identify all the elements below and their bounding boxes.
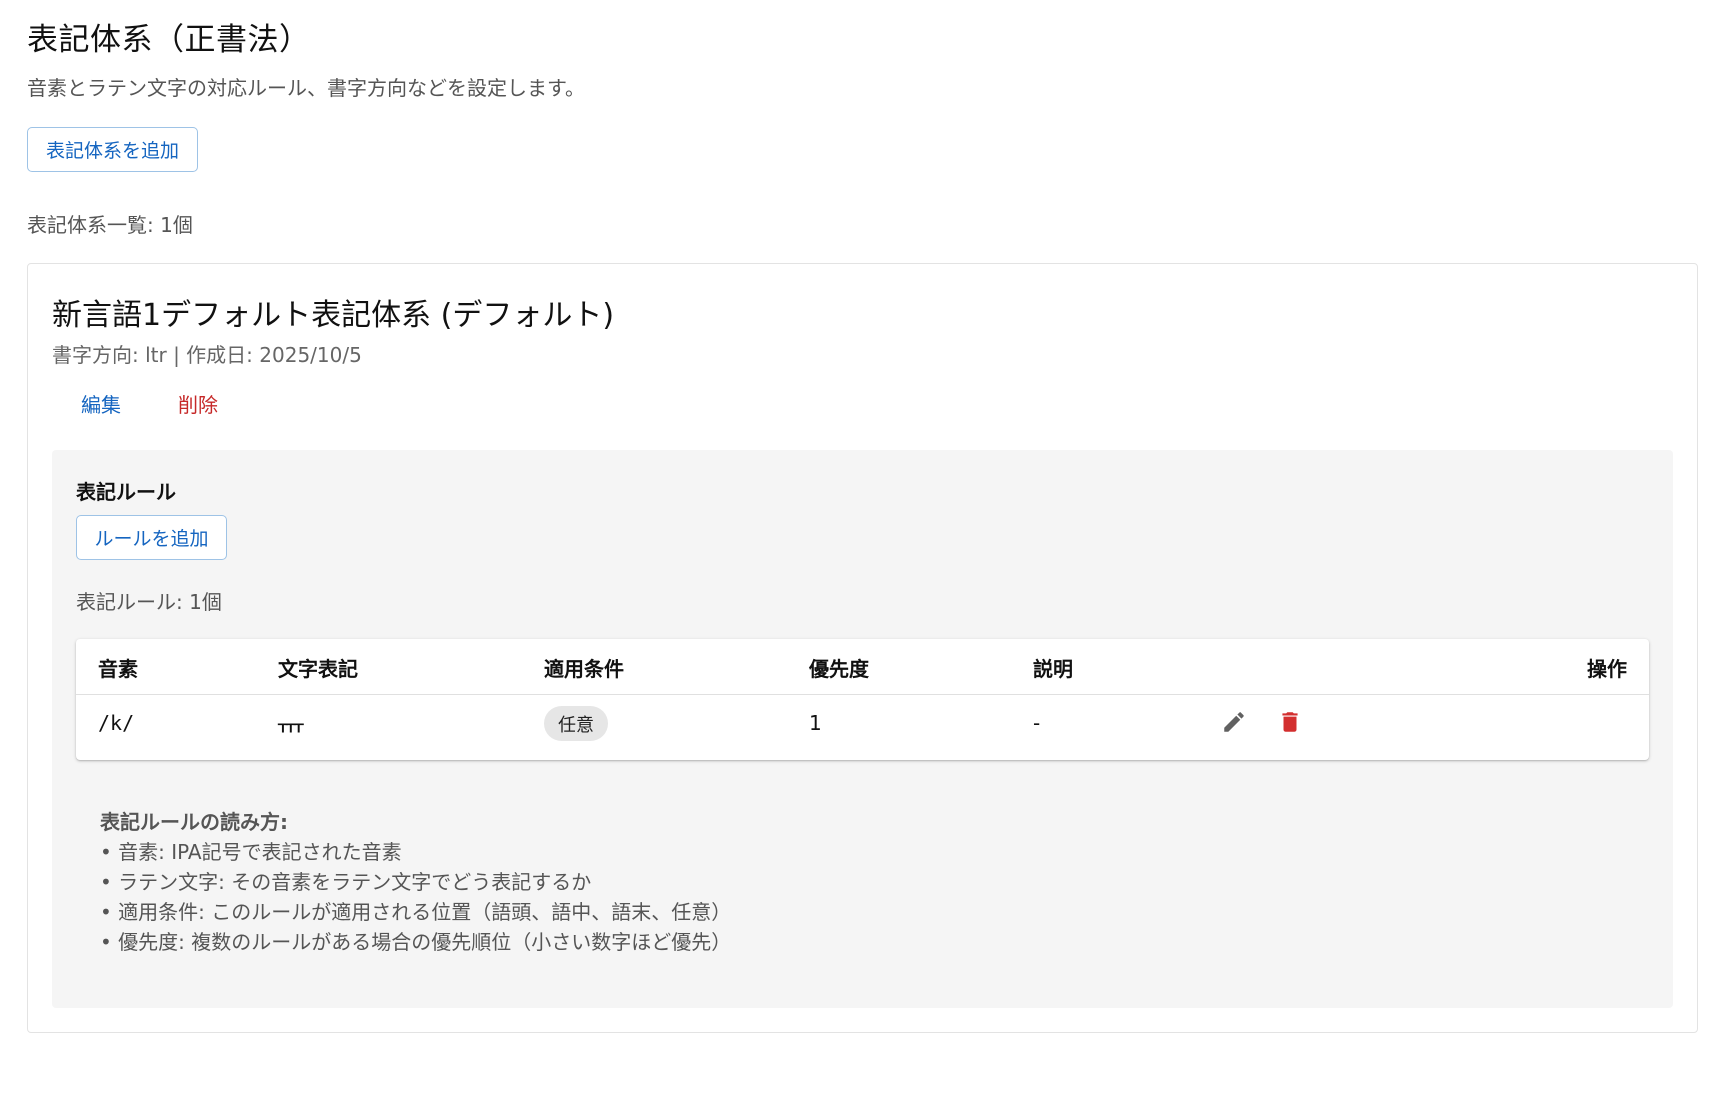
cell-priority: 1 [809,711,822,735]
edit-rule-button[interactable] [1217,705,1251,739]
cell-spelling: ᚁᚁᚁ [278,711,304,735]
writing-system-count: 表記体系一覧: 1個 [27,213,193,237]
column-header-actions: 操作 [1587,657,1627,681]
orthography-page: 表記体系（正書法） 音素とラテン文字の対応ルール、書字方向などを設定します。 表… [0,0,1726,1097]
add-writing-system-button[interactable]: 表記体系を追加 [27,127,198,172]
rules-guide: 表記ルールの読み方: • 音素: IPA記号で表記された音素 • ラテン文字: … [100,807,731,957]
writing-system-title: 新言語1デフォルト表記体系 (デフォルト) [52,298,615,333]
writing-system-meta: 書字方向: ltr | 作成日: 2025/10/5 [52,343,362,367]
column-header-spelling: 文字表記 [278,657,358,681]
cell-phoneme: /k/ [98,711,135,735]
writing-system-card: 新言語1デフォルト表記体系 (デフォルト) 書字方向: ltr | 作成日: 2… [27,263,1698,1033]
page-description: 音素とラテン文字の対応ルール、書字方向などを設定します。 [27,76,585,100]
rules-table: 音素 文字表記 適用条件 優先度 説明 操作 /k/ ᚁᚁᚁ 任意 1 - [76,639,1649,760]
add-rule-button[interactable]: ルールを追加 [76,515,227,560]
delete-rule-button[interactable] [1273,705,1307,739]
rule-count: 表記ルール: 1個 [76,590,222,614]
guide-line: • 適用条件: このルールが適用される位置（語頭、語中、語末、任意） [100,900,732,924]
rules-panel: 表記ルール ルールを追加 表記ルール: 1個 音素 文字表記 適用条件 優先度 … [52,450,1673,1008]
header-divider [76,694,1649,695]
condition-chip: 任意 [544,706,608,741]
rules-heading: 表記ルール [76,480,176,504]
column-header-condition: 適用条件 [544,657,624,681]
page-title: 表記体系（正書法） [27,22,311,58]
guide-line: • 音素: IPA記号で表記された音素 [100,840,402,864]
cell-description: - [1033,711,1041,735]
column-header-phoneme: 音素 [98,657,138,681]
guide-line: • ラテン文字: その音素をラテン文字でどう表記するか [100,870,592,894]
column-header-priority: 優先度 [809,657,869,681]
edit-system-button[interactable]: 編集 [81,389,121,418]
column-header-description: 説明 [1033,657,1073,681]
pencil-icon [1224,712,1244,732]
guide-line: • 優先度: 複数のルールがある場合の優先順位（小さい数字ほど優先） [100,930,732,954]
guide-heading: 表記ルールの読み方: [100,810,288,834]
trash-icon [1282,712,1298,732]
delete-system-button[interactable]: 削除 [178,389,218,418]
